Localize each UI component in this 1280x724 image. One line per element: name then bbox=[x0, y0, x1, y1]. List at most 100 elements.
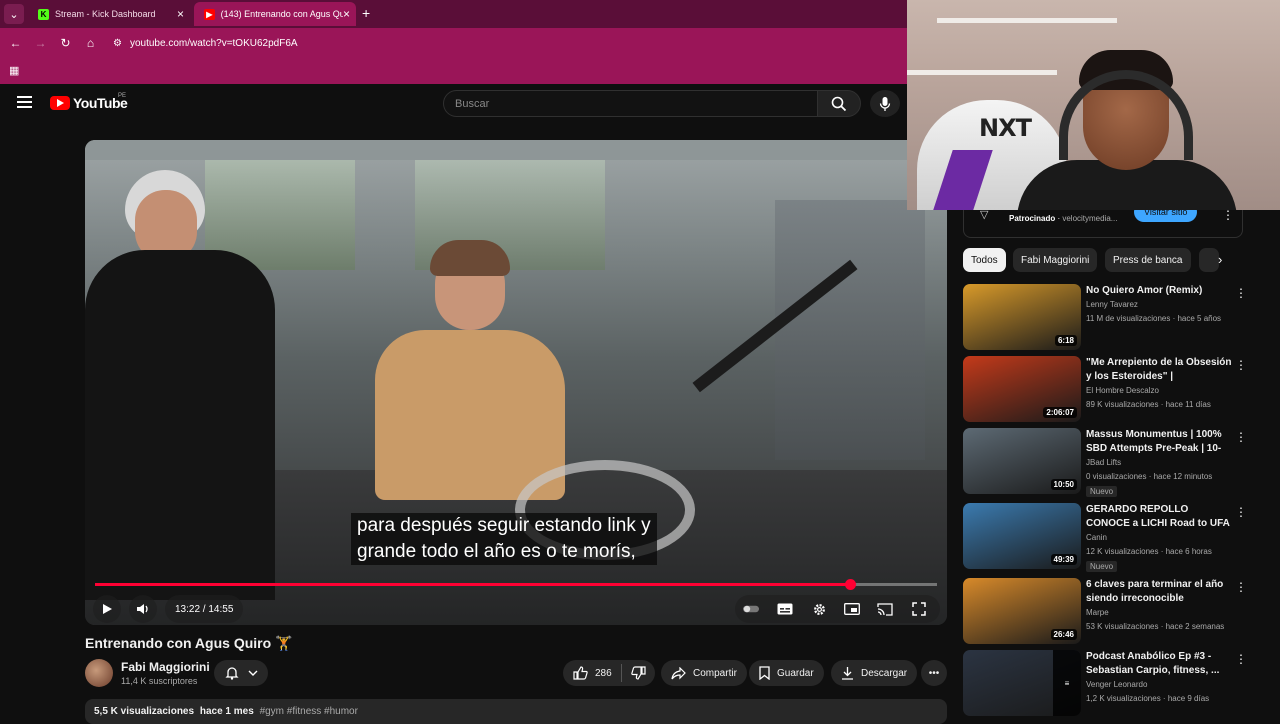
voice-search-button[interactable] bbox=[870, 90, 900, 117]
play-button[interactable] bbox=[93, 595, 121, 623]
download-label: Descargar bbox=[861, 667, 908, 679]
sponsored-text: Patrocinado · velocitymedia... bbox=[1009, 214, 1118, 223]
sponsored-label: Patrocinado bbox=[1009, 214, 1056, 223]
subscription-notification-button[interactable] bbox=[214, 660, 268, 686]
miniplayer-button[interactable] bbox=[844, 601, 860, 617]
menu-icon[interactable] bbox=[17, 96, 32, 111]
recommendation-title[interactable]: "Me Arrepiento de la Obsesión y los Este… bbox=[1086, 356, 1232, 384]
video-thumbnail[interactable]: ≡ bbox=[963, 650, 1081, 716]
chevron-down-icon: ⌄ bbox=[9, 8, 19, 21]
browser-tab-kick[interactable]: K Stream - Kick Dashboard × bbox=[28, 2, 190, 26]
recommendation-channel[interactable]: Canin bbox=[1086, 533, 1107, 542]
bookmarks-bar: ▦ bbox=[0, 58, 907, 84]
recommendation-channel[interactable]: Lenny Tavarez bbox=[1086, 300, 1138, 309]
autoplay-toggle[interactable] bbox=[743, 601, 759, 617]
recommendation-item[interactable]: 26:46 6 claves para terminar el año siend… bbox=[963, 578, 1253, 646]
reload-icon[interactable]: ↻ bbox=[53, 36, 78, 50]
like-button[interactable] bbox=[573, 666, 588, 680]
download-button[interactable]: Descargar bbox=[831, 660, 918, 686]
close-tab-icon[interactable]: × bbox=[343, 7, 350, 21]
chip-bench-press[interactable]: Press de banca bbox=[1105, 248, 1191, 272]
share-button[interactable]: Compartir bbox=[661, 660, 747, 686]
cast-button[interactable] bbox=[877, 601, 893, 617]
more-vertical-icon[interactable]: ⋮ bbox=[1235, 580, 1247, 594]
more-vertical-icon[interactable]: ⋮ bbox=[1235, 358, 1247, 372]
recommendation-item[interactable]: 10:50 Massus Monumentus | 100% SBD Attemp… bbox=[963, 428, 1253, 497]
subtitles-button[interactable] bbox=[777, 601, 793, 617]
queue-icon: ≡ bbox=[1053, 650, 1081, 716]
search-button[interactable] bbox=[817, 90, 861, 117]
view-count: 5,5 K visualizaciones bbox=[94, 706, 195, 717]
tab-search-button[interactable]: ⌄ bbox=[4, 4, 24, 24]
more-vertical-icon[interactable]: ⋮ bbox=[1235, 286, 1247, 300]
youtube-logo[interactable]: YouTube PE bbox=[50, 93, 128, 111]
divider bbox=[620, 664, 622, 682]
progress-bar[interactable] bbox=[95, 579, 937, 590]
recommendation-title[interactable]: GERARDO REPOLLO CONOCE a LICHI Road to U… bbox=[1086, 503, 1232, 531]
recommendation-channel[interactable]: Marpe bbox=[1086, 608, 1109, 617]
browser-tab-youtube[interactable]: ▶ (143) Entrenando con Agus Qui × bbox=[194, 2, 356, 26]
more-vertical-icon[interactable]: ⋮ bbox=[1222, 208, 1234, 222]
chip-todos[interactable]: Todos bbox=[963, 248, 1006, 272]
close-tab-icon[interactable]: × bbox=[177, 7, 184, 21]
site-info-icon[interactable]: ⚙ bbox=[113, 38, 122, 49]
video-thumbnail[interactable]: 2:06:07 bbox=[963, 356, 1081, 422]
fullscreen-button[interactable] bbox=[911, 601, 927, 617]
channel-name[interactable]: Fabi Maggiorini bbox=[121, 660, 210, 674]
share-icon bbox=[671, 666, 686, 680]
recommendation-meta: 53 K visualizaciones · hace 2 semanas bbox=[1086, 622, 1225, 631]
address-bar-row: ← → ↻ ⌂ ⚙ youtube.com/watch?v=tOKU62pdF6… bbox=[0, 28, 907, 58]
home-icon[interactable]: ⌂ bbox=[78, 36, 103, 50]
recommendation-title[interactable]: Podcast Anabólico Ep #3 - Sebastian Carp… bbox=[1086, 650, 1232, 678]
back-icon[interactable]: ← bbox=[3, 36, 28, 50]
recommendation-item[interactable]: 6:18 No Quiero Amor (Remix) Lenny Tavarez 1… bbox=[963, 284, 1253, 352]
dislike-button[interactable] bbox=[630, 666, 646, 680]
chip-channel[interactable]: Fabi Maggiorini bbox=[1013, 248, 1098, 272]
settings-button[interactable] bbox=[811, 601, 827, 617]
ceiling bbox=[85, 140, 947, 160]
video-thumbnail[interactable]: 10:50 bbox=[963, 428, 1081, 494]
webcam-overlay: NXT bbox=[907, 0, 1280, 210]
video-thumbnail[interactable]: 49:39 bbox=[963, 503, 1081, 569]
hashtags[interactable]: #gym #fitness #humor bbox=[260, 706, 358, 717]
recommendation-title[interactable]: Massus Monumentus | 100% SBD Attempts Pr… bbox=[1086, 428, 1232, 456]
thumbs-down-icon bbox=[630, 666, 646, 680]
description-box[interactable]: 5,5 K visualizaciones hace 1 mes #gym #f… bbox=[85, 699, 947, 724]
search-input[interactable]: Buscar bbox=[443, 90, 818, 117]
youtube-header: YouTube PE Buscar bbox=[0, 84, 960, 124]
recommendation-item[interactable]: 49:39 GERARDO REPOLLO CONOCE a LICHI Road… bbox=[963, 503, 1253, 572]
chip-more[interactable] bbox=[1199, 248, 1219, 272]
volume-button[interactable] bbox=[129, 595, 157, 623]
recommendation-item[interactable]: 2:06:07 "Me Arrepiento de la Obsesión y l… bbox=[963, 356, 1253, 424]
recommendation-title[interactable]: 6 claves para terminar el año siendo irr… bbox=[1086, 578, 1232, 606]
bell-icon bbox=[224, 667, 239, 680]
recommendation-meta: 0 visualizaciones · hace 12 minutos bbox=[1086, 472, 1213, 481]
recommendation-channel[interactable]: JBad Lifts bbox=[1086, 458, 1121, 467]
apps-grid-icon[interactable]: ▦ bbox=[9, 64, 19, 77]
recommendation-title[interactable]: No Quiero Amor (Remix) bbox=[1086, 284, 1232, 298]
fullscreen-icon bbox=[912, 602, 926, 616]
time-display: 13:22 / 14:55 bbox=[165, 595, 244, 623]
like-dislike-group: 286 bbox=[563, 660, 655, 686]
recommendation-item[interactable]: ≡ Podcast Anabólico Ep #3 - Sebastian Car… bbox=[963, 650, 1253, 718]
more-vertical-icon[interactable]: ⋮ bbox=[1235, 505, 1247, 519]
channel-avatar[interactable] bbox=[85, 659, 113, 687]
miniplayer-icon bbox=[844, 603, 860, 615]
person-right bbox=[375, 330, 565, 500]
video-thumbnail[interactable]: 6:18 bbox=[963, 284, 1081, 350]
more-actions-button[interactable]: ••• bbox=[921, 660, 947, 686]
video-thumbnail[interactable]: 26:46 bbox=[963, 578, 1081, 644]
more-vertical-icon[interactable]: ⋮ bbox=[1235, 652, 1247, 666]
country-code: PE bbox=[118, 93, 127, 99]
video-player[interactable]: para después seguir estando link y grand… bbox=[85, 140, 947, 625]
recommendation-channel[interactable]: El Hombre Descalzo bbox=[1086, 386, 1159, 395]
new-tab-icon[interactable]: + bbox=[362, 5, 370, 21]
volume-icon bbox=[137, 604, 148, 614]
url-field[interactable]: youtube.com/watch?v=tOKU62pdF6A bbox=[130, 38, 298, 49]
progress-fill bbox=[95, 583, 851, 586]
recommendation-channel[interactable]: Venger Leonardo bbox=[1086, 680, 1147, 689]
chevron-right-icon[interactable]: › bbox=[1218, 252, 1222, 267]
more-vertical-icon[interactable]: ⋮ bbox=[1235, 430, 1247, 444]
forward-icon[interactable]: → bbox=[28, 36, 53, 50]
save-button[interactable]: Guardar bbox=[749, 660, 824, 686]
